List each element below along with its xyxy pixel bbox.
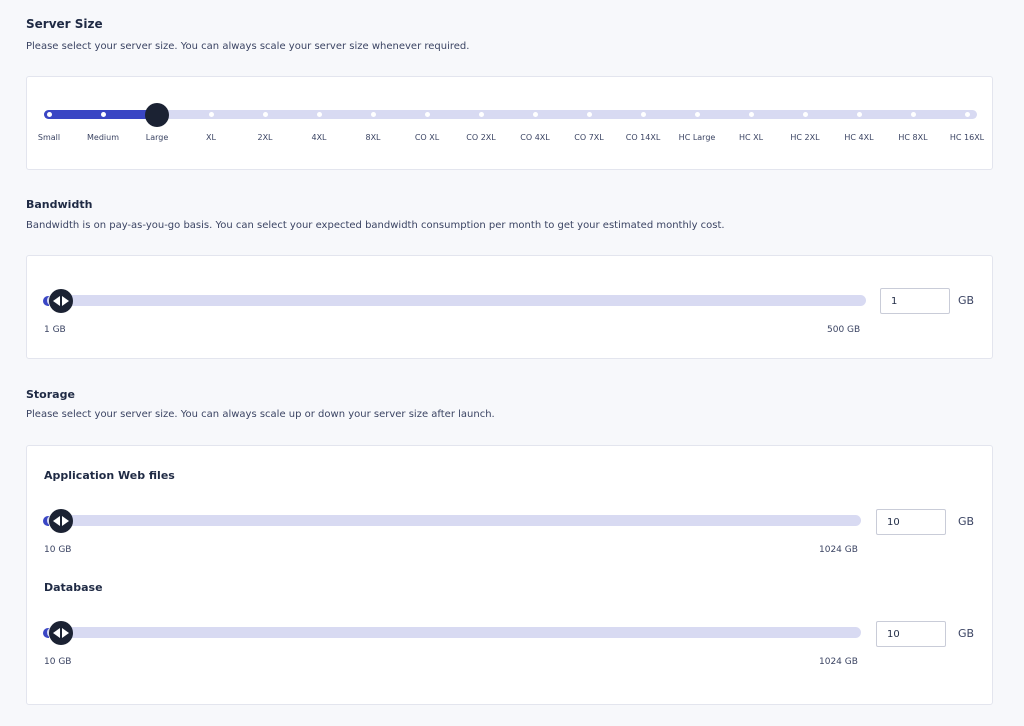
server-size-option-label[interactable]: HC 4XL [844,133,873,142]
server-size-card: Small Medium Large XL 2XL 4XL 8XL CO XL CO 2XL CO… [26,76,993,170]
database-input[interactable] [876,621,946,647]
double-arrow-handle-icon[interactable] [49,509,73,533]
server-size-track[interactable] [44,110,977,119]
database-title: Database [44,581,103,594]
double-arrow-handle-icon[interactable] [49,289,73,313]
server-size-option-label[interactable]: HC 16XL [950,133,984,142]
bandwidth-min-label: 1 GB [44,325,66,335]
web-files-min-label: 10 GB [44,545,72,555]
server-size-step-dot[interactable] [316,112,322,117]
database-track[interactable] [47,627,861,638]
bandwidth-title: Bandwidth [26,198,93,211]
server-size-option-label[interactable]: HC 8XL [898,133,927,142]
server-size-slider[interactable]: Small Medium Large XL 2XL 4XL 8XL CO XL CO 2XL CO… [27,77,994,171]
web-files-unit: GB [958,515,975,528]
web-files-max-label: 1024 GB [819,545,858,555]
server-size-step-dot[interactable] [802,112,808,117]
server-size-step-dot[interactable] [370,112,376,117]
bandwidth-description: Bandwidth is on pay-as-you-go basis. You… [26,220,725,231]
bandwidth-input[interactable] [880,288,950,314]
web-files-track[interactable] [47,515,861,526]
bandwidth-max-label: 500 GB [827,325,861,335]
server-size-option-label[interactable]: 2XL [257,133,272,142]
server-size-step-dot[interactable] [532,112,538,117]
server-size-option-label[interactable]: 4XL [311,133,326,142]
server-size-option-label[interactable]: CO 2XL [466,133,495,142]
storage-title: Storage [26,388,75,401]
double-arrow-handle-icon[interactable] [49,621,73,645]
server-size-description: Please select your server size. You can … [26,41,470,52]
server-size-step-dot[interactable] [208,112,214,117]
server-size-handle[interactable] [145,103,169,127]
server-size-step-dot[interactable] [964,112,970,117]
server-size-step-dot[interactable] [910,112,916,117]
server-size-step-dot[interactable] [424,112,430,117]
bandwidth-track[interactable] [47,295,866,306]
web-files-title: Application Web files [44,469,175,482]
server-size-step-dot[interactable] [100,112,106,117]
server-size-step-dot[interactable] [748,112,754,117]
bandwidth-unit: GB [958,294,975,307]
database-max-label: 1024 GB [819,657,858,667]
server-size-option-label[interactable]: Small [38,133,60,142]
server-size-step-dot[interactable] [856,112,862,117]
server-size-step-dot[interactable] [262,112,268,117]
server-size-option-label[interactable]: CO XL [415,133,439,142]
server-size-option-label[interactable]: HC 2XL [790,133,819,142]
server-size-step-dot[interactable] [478,112,484,117]
bandwidth-card: 1 GB 500 GB GB [26,255,993,359]
database-min-label: 10 GB [44,657,72,667]
server-size-title: Server Size [26,17,103,31]
server-size-option-label[interactable]: HC Large [679,133,716,142]
server-size-step-dot[interactable] [586,112,592,117]
server-size-option-label[interactable]: Medium [87,133,119,142]
server-size-option-label[interactable]: XL [206,133,216,142]
database-unit: GB [958,627,975,640]
server-size-step-dot[interactable] [640,112,646,117]
server-size-step-dot[interactable] [694,112,700,117]
server-size-option-label[interactable]: CO 4XL [520,133,549,142]
server-size-option-label[interactable]: HC XL [739,133,763,142]
server-size-option-label[interactable]: 8XL [365,133,380,142]
server-size-step-dot[interactable] [46,112,52,117]
storage-description: Please select your server size. You can … [26,409,495,420]
server-size-option-label[interactable]: CO 14XL [626,133,661,142]
server-size-option-label[interactable]: Large [146,133,169,142]
server-size-option-label[interactable]: CO 7XL [574,133,603,142]
storage-card: Application Web files 10 GB 1024 GB GB D… [26,445,993,705]
web-files-input[interactable] [876,509,946,535]
